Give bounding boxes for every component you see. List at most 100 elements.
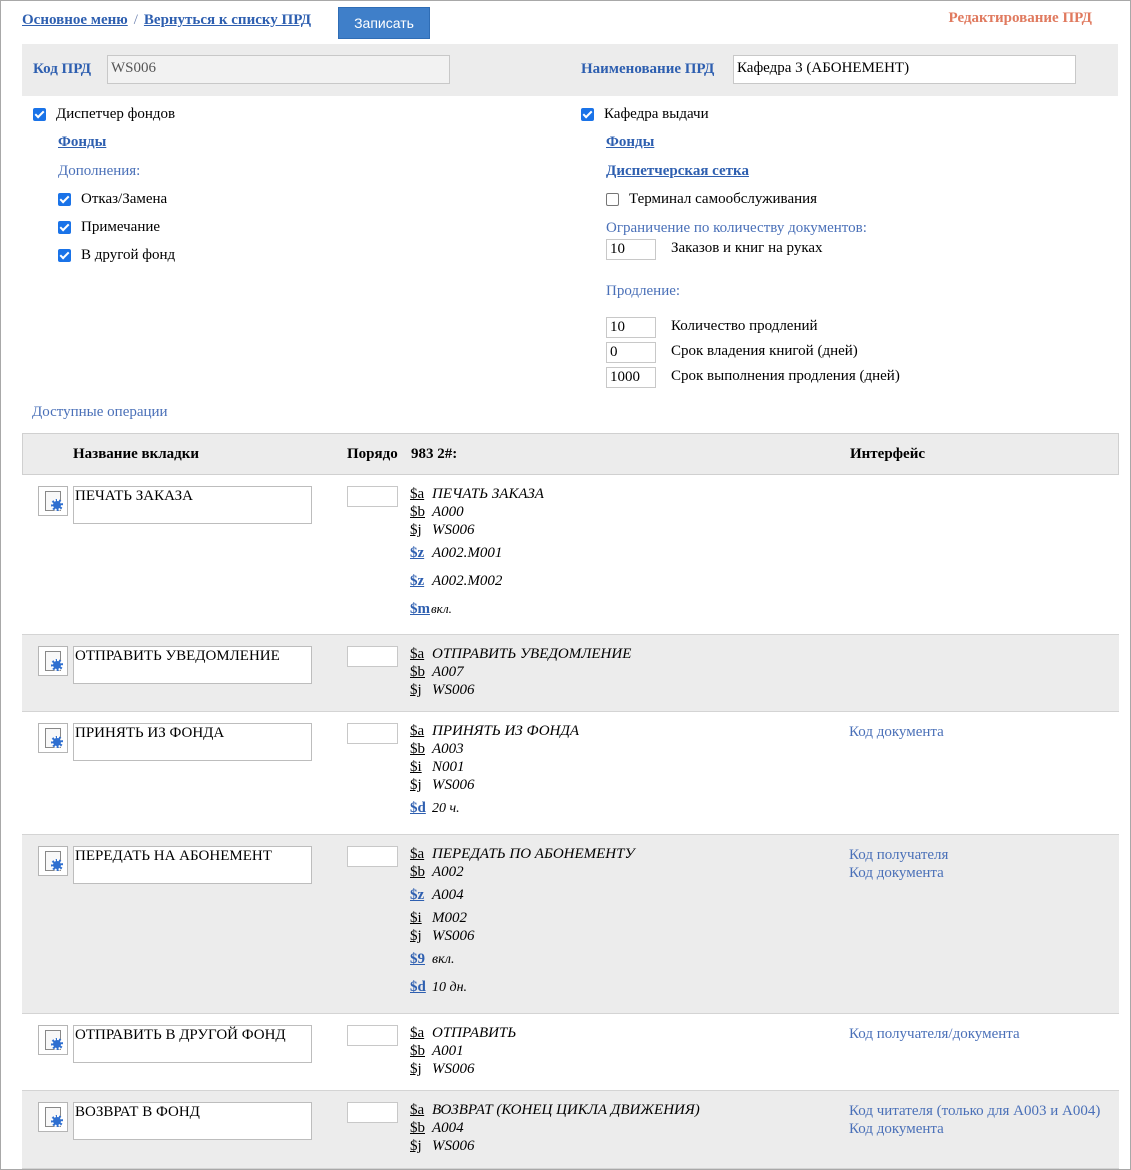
terminal-checkbox[interactable]: Терминал самообслуживания [606,191,817,208]
subfield-value: А000 [432,504,464,520]
subfield-value: А004 [432,887,464,903]
order-input[interactable] [347,486,398,507]
subfield-line: $j WS006 [410,1061,475,1079]
right-funds-link[interactable]: Фонды [606,134,654,151]
gear-icon [51,736,63,748]
order-input[interactable] [347,723,398,744]
name-input[interactable]: Кафедра 3 (АБОНЕМЕНТ) [733,55,1076,84]
settings-page-icon[interactable] [38,846,68,876]
order-input[interactable] [347,646,398,667]
renew-heading: Продление: [606,283,681,299]
settings-page-icon[interactable] [38,1025,68,1055]
interface-link[interactable]: Код документа [849,864,948,882]
subfield-value: WS006 [432,682,475,698]
checkbox-checked-icon [58,193,71,206]
subfield-value: ПЕРЕДАТЬ ПО АБОНЕМЕНТУ [432,846,635,862]
subfield-value: А001 [432,1043,464,1059]
note-checkbox[interactable]: Примечание [58,219,160,236]
order-input[interactable] [347,1025,398,1046]
tab-name-textarea[interactable]: ПРИНЯТЬ ИЗ ФОНДА [73,723,312,761]
gear-icon [51,659,63,671]
subfield-code: $b [410,664,425,680]
subfield-line: $z А002.М002 [410,573,502,591]
other-fund-checkbox[interactable]: В другой фонд [58,247,175,264]
subfield-value: А002.М001 [432,545,503,561]
settings-page-icon[interactable] [38,646,68,676]
dispatch-grid-link[interactable]: Диспетчерская сетка [606,163,749,180]
save-button[interactable]: Записать [338,7,430,39]
subfield-code: $b [410,741,425,757]
term-input[interactable]: 0 [606,342,656,363]
subfield-code: $j [410,522,422,538]
subfield-value: ОТПРАВИТЬ [432,1025,517,1041]
subfield-code-link[interactable]: $z [410,573,431,590]
desk-label: Кафедра выдачи [604,106,709,122]
subfield-value: ПЕЧАТЬ ЗАКАЗА [432,486,544,502]
subfield-line: $j WS006 [410,682,475,700]
header-interface: Интерфейс [850,446,926,462]
subfield-line: $b А004 [410,1120,464,1138]
subfield-value: вкл. [432,952,455,967]
interface-link[interactable]: Код читателя (только для А003 и А004) [849,1102,1100,1120]
subfield-value: А002 [432,864,464,880]
tab-name-textarea[interactable]: ОТПРАВИТЬ В ДРУГОЙ ФОНД [73,1025,312,1063]
nav-separator: / [133,12,138,28]
subfield-line: $b А001 [410,1043,464,1061]
order-input[interactable] [347,1102,398,1123]
refuse-checkbox[interactable]: Отказ/Замена [58,191,167,208]
subfield-code-link[interactable]: $z [410,545,431,562]
renew-term-input[interactable]: 1000 [606,367,656,388]
interface-link[interactable]: Код получателя/документа [849,1025,1020,1043]
tab-name-textarea[interactable]: ПЕРЕДАТЬ НА АБОНЕМЕНТ [73,846,312,884]
subfield-value: А003 [432,741,464,757]
subfield-line: $a ВОЗВРАТ (КОНЕЦ ЦИКЛА ДВИЖЕНИЯ) [410,1102,700,1120]
subfield-value: WS006 [432,928,475,944]
subfield-line: $j WS006 [410,522,475,540]
subfield-code: $a [410,1102,425,1118]
subfield-code-link[interactable]: $d [410,979,431,996]
subfield-value: 20 ч. [432,801,460,816]
terminal-label: Терминал самообслуживания [629,191,818,207]
settings-page-icon[interactable] [38,486,68,516]
checkbox-checked-icon [581,108,594,121]
desk-checkbox[interactable]: Кафедра выдачи [581,106,709,123]
table-row: ОТПРАВИТЬ УВЕДОМЛЕНИЕ $a ОТПРАВИТЬ УВЕДОМЛ… [22,635,1119,712]
tab-name-textarea[interactable]: ВОЗВРАТ В ФОНД [73,1102,312,1140]
extras-heading: Дополнения: [58,163,141,179]
subfield-code: $i [410,910,422,926]
subfield-code-link[interactable]: $z [410,887,431,904]
interface-link[interactable]: Код документа [849,1120,1100,1138]
table-row: ОТПРАВИТЬ В ДРУГОЙ ФОНД $a ОТПРАВИТЬ $b А001… [22,1014,1119,1091]
left-funds-link[interactable]: Фонды [58,134,106,151]
code-bar: Код ПРД WS006 Наименование ПРД Кафедра 3… [22,44,1118,96]
subfield-line: $a ПЕРЕДАТЬ ПО АБОНЕМЕНТУ [410,846,635,864]
header-field: 983 2#: [411,446,458,462]
renew-count-input[interactable]: 10 [606,317,656,338]
settings-page-icon[interactable] [38,1102,68,1132]
subfield-code: $j [410,777,422,793]
limit-input[interactable]: 10 [606,239,656,260]
tab-name-textarea[interactable]: ОТПРАВИТЬ УВЕДОМЛЕНИЕ [73,646,312,684]
subfield-code: $a [410,723,425,739]
subfield-code-link[interactable]: $m [410,601,431,618]
subfield-code-link[interactable]: $9 [410,951,431,968]
interface-list: Код читателя (только для А003 и А004) Код… [849,1102,1100,1138]
tab-name-textarea[interactable]: ПЕЧАТЬ ЗАКАЗА [73,486,312,524]
order-input[interactable] [347,846,398,867]
interface-link[interactable]: Код документа [849,723,944,741]
subfield-code: $j [410,928,422,944]
term-label: Срок владения книгой (дней) [671,343,858,359]
subfield-value: WS006 [432,777,475,793]
dispatcher-label: Диспетчер фондов [56,106,176,122]
settings-page-icon[interactable] [38,723,68,753]
subfield-line: $d 10 дн. [410,979,467,997]
main-menu-link[interactable]: Основное меню [22,12,128,28]
subfield-code-link[interactable]: $d [410,800,431,817]
dispatcher-checkbox[interactable]: Диспетчер фондов [33,106,175,123]
table-row: ПЕЧАТЬ ЗАКАЗА $a ПЕЧАТЬ ЗАКАЗА $b А000 $j WS00… [22,475,1119,635]
subfield-code: $j [410,1138,422,1154]
back-to-list-link[interactable]: Вернуться к списку ПРД [144,12,311,28]
interface-link[interactable]: Код получателя [849,846,948,864]
ops-title: Доступные операции [32,404,168,420]
code-input[interactable]: WS006 [107,55,450,84]
